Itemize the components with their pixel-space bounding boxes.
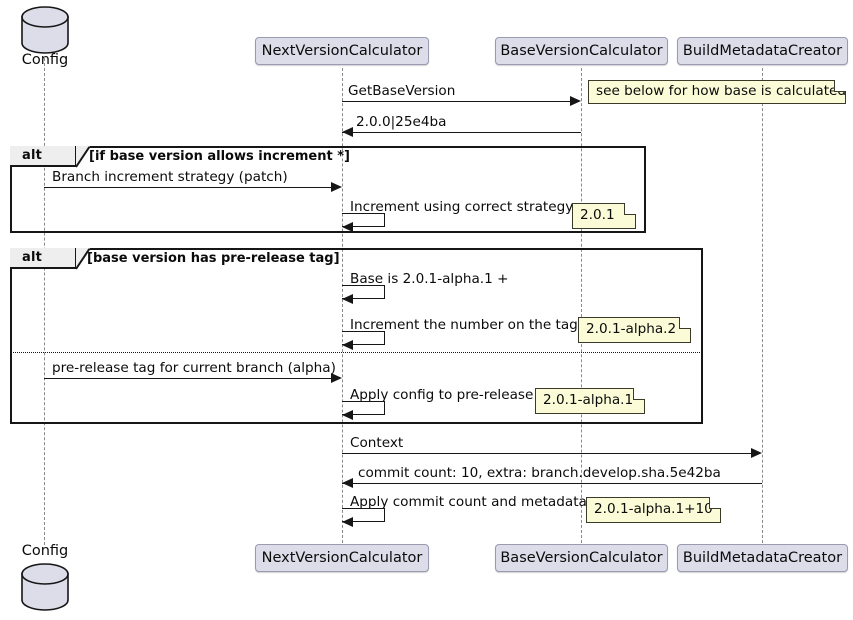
- message-line-commit-count-extra: [342, 483, 762, 484]
- message-label-commit-count-extra: commit count: 10, extra: branch.develop.…: [358, 465, 721, 481]
- note-fold-corner: [709, 497, 721, 509]
- note-2-0-1: 2.0.1: [572, 203, 636, 229]
- message-arrowhead-getbaseversion: [570, 96, 581, 106]
- note-text: 2.0.1-alpha.2: [586, 321, 677, 338]
- message-label-apply-commit-count-metadata: Apply commit count and metadata: [350, 494, 587, 510]
- note-text: 2.0.1: [580, 207, 615, 224]
- self-message-arrowhead-increment-tag-number: [342, 340, 353, 350]
- self-message-arrowhead-increment-strategy: [342, 222, 353, 232]
- message-line-baseversion-return: [342, 132, 581, 133]
- participant-label: NextVersionCalculator: [261, 42, 423, 59]
- message-line-getbaseversion: [342, 101, 576, 102]
- participant-buildmetadatacreator-bottom[interactable]: BuildMetadataCreator: [677, 544, 848, 572]
- config-label-bottom: Config: [21, 543, 69, 559]
- message-label-getbaseversion: GetBaseVersion: [348, 83, 456, 99]
- message-label-context: Context: [350, 435, 404, 451]
- message-arrowhead-prerelease-tag-branch: [331, 373, 342, 383]
- sequence-diagram-canvas: Config NextVersionCalculator BaseVersion…: [0, 0, 853, 620]
- message-arrowhead-branch-increment-strategy: [331, 182, 342, 192]
- participant-nextversioncalculator-top[interactable]: NextVersionCalculator: [255, 37, 429, 65]
- config-label-top: Config: [21, 52, 69, 68]
- note-fold-corner: [679, 317, 691, 329]
- alt-keyword: alt: [22, 148, 43, 163]
- participant-buildmetadatacreator-top[interactable]: BuildMetadataCreator: [677, 37, 848, 65]
- note-2-0-1-alpha-1-plus-10: 2.0.1-alpha.1+10: [586, 497, 721, 523]
- alt-group-2-section-divider: [11, 352, 702, 353]
- note-fold-corner: [834, 80, 846, 92]
- participant-baseversioncalculator-bottom[interactable]: BaseVersionCalculator: [495, 544, 668, 572]
- lifeline-buildmetadata: [762, 68, 763, 543]
- note-2-0-1-alpha-1: 2.0.1-alpha.1: [535, 388, 645, 414]
- participant-label: BuildMetadataCreator: [682, 42, 843, 59]
- message-arrowhead-commit-count-extra: [342, 478, 353, 488]
- note-text: see below for how base is calculated: [596, 83, 847, 100]
- note-fold-corner: [633, 388, 645, 400]
- config-database-icon-bottom: [21, 563, 69, 611]
- participant-baseversioncalculator-top[interactable]: BaseVersionCalculator: [495, 37, 668, 65]
- alt-group-1-tab: alt: [10, 146, 77, 167]
- config-database-icon-top: [21, 6, 69, 54]
- alt-keyword: alt: [22, 250, 43, 265]
- note-text: 2.0.1-alpha.1+10: [594, 501, 713, 518]
- alt-group-2-condition: [base version has pre-release tag]: [87, 251, 340, 266]
- message-line-prerelease-tag-branch: [44, 378, 336, 379]
- self-message-arrowhead-base-is-alpha: [342, 294, 353, 304]
- alt-group-2-tab: alt: [10, 248, 77, 269]
- message-arrowhead-baseversion-return: [342, 127, 353, 137]
- message-label-baseversion-return: 2.0.0|25e4ba: [356, 114, 447, 130]
- message-line-context: [342, 453, 756, 454]
- message-line-branch-increment-strategy: [44, 187, 336, 188]
- participant-nextversioncalculator-bottom[interactable]: NextVersionCalculator: [255, 544, 429, 572]
- participant-label: BuildMetadataCreator: [682, 549, 843, 566]
- message-label-prerelease-tag-branch: pre-release tag for current branch (alph…: [52, 360, 336, 376]
- self-message-arrowhead-apply-config-prerelease: [342, 410, 353, 420]
- alt-group-1-tab-corner: [76, 146, 90, 168]
- note-2-0-1-alpha-2: 2.0.1-alpha.2: [578, 317, 691, 343]
- note-text: 2.0.1-alpha.1: [543, 392, 634, 409]
- note-fold-corner: [624, 203, 636, 215]
- message-label-branch-increment-strategy: Branch increment strategy (patch): [52, 169, 288, 185]
- participant-label: BaseVersionCalculator: [500, 42, 663, 59]
- participant-label: BaseVersionCalculator: [500, 549, 663, 566]
- self-message-arrowhead-apply-commit-count-metadata: [342, 517, 353, 527]
- alt-group-1-condition: [if base version allows increment *]: [89, 149, 350, 164]
- message-arrowhead-context: [751, 448, 762, 458]
- note-see-below: see below for how base is calculated: [588, 80, 846, 104]
- participant-label: NextVersionCalculator: [261, 549, 423, 566]
